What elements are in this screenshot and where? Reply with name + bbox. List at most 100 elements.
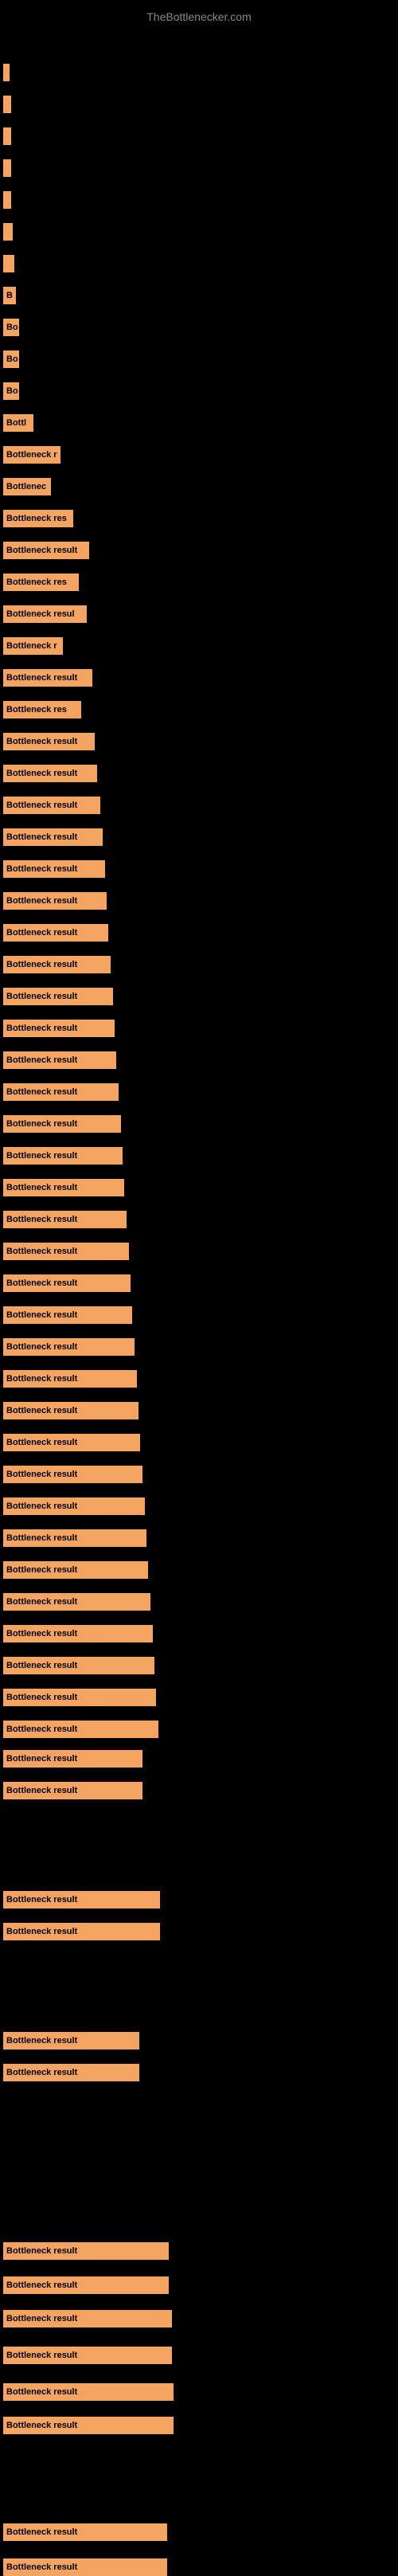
bar-label: Bottleneck result — [6, 2527, 77, 2537]
bar-label: Bottleneck result — [6, 2387, 77, 2397]
list-item: Bottleneck result — [3, 1274, 131, 1292]
bar-label: Bottleneck result — [6, 832, 77, 842]
list-item: Bottleneck res — [3, 510, 73, 527]
bar-label: Bottleneck result — [6, 1406, 77, 1415]
list-item: Bottl — [3, 414, 33, 432]
bar-label: Bottleneck result — [6, 1597, 77, 1607]
list-item — [3, 64, 10, 81]
bar-label: Bottleneck result — [6, 1470, 77, 1479]
list-item: Bottleneck result — [3, 1306, 132, 1324]
bar-label: Bottleneck result — [6, 1183, 77, 1192]
list-item: Bottleneck result — [3, 2347, 172, 2364]
list-item: Bottleneck result — [3, 765, 97, 782]
bar-label: Bottleneck result — [6, 1661, 77, 1670]
bar-label: Bottleneck result — [6, 2421, 77, 2430]
bar-label: Bottleneck result — [6, 1342, 77, 1352]
list-item — [3, 191, 11, 209]
list-item: Bottleneck result — [3, 1657, 154, 1674]
list-item: Bottleneck result — [3, 1529, 146, 1547]
list-item: Bottleneck result — [3, 2558, 167, 2576]
list-item: Bottleneck res — [3, 701, 81, 718]
list-item: Bottleneck result — [3, 1782, 142, 1799]
list-item: Bottleneck result — [3, 2523, 167, 2541]
list-item: Bottleneck result — [3, 1497, 145, 1515]
bar-label: Bottleneck result — [6, 1215, 77, 1224]
bar-label: Bottleneck result — [6, 1374, 77, 1384]
list-item: Bottleneck result — [3, 1083, 119, 1101]
list-item: Bottleneck result — [3, 1434, 140, 1451]
bar-label: Bottleneck result — [6, 2280, 77, 2290]
list-item: Bottleneck result — [3, 956, 111, 973]
bar-label: Bottleneck result — [6, 1501, 77, 1511]
list-item: Bottleneck result — [3, 1923, 160, 1940]
bar-label: Bottleneck result — [6, 896, 77, 906]
list-item: Bottleneck result — [3, 860, 105, 878]
bar-label: Bottleneck result — [6, 1754, 77, 1764]
bar-label: Bottleneck result — [6, 1693, 77, 1702]
bar-label: Bottleneck resul — [6, 609, 75, 619]
bar-label: Bottleneck result — [6, 1927, 77, 1936]
bar-label: Bottleneck result — [6, 1278, 77, 1288]
list-item: Bottleneck result — [3, 1211, 127, 1228]
bar-label: Bottleneck result — [6, 2246, 77, 2256]
list-item: Bottleneck result — [3, 2417, 174, 2434]
list-item — [3, 96, 11, 113]
list-item: Bottleneck result — [3, 828, 103, 846]
bar-label: Bottleneck res — [6, 514, 67, 523]
bar-label: Bottleneck result — [6, 1024, 77, 1033]
list-item: Bottleneck result — [3, 1593, 150, 1611]
bar-label: Bottleneck result — [6, 928, 77, 938]
list-item: Bottleneck result — [3, 1243, 129, 1260]
list-item: Bottleneck result — [3, 542, 89, 559]
bar-label: Bottleneck result — [6, 1725, 77, 1734]
list-item: Bottleneck result — [3, 892, 107, 910]
list-item: Bottleneck result — [3, 1147, 123, 1165]
list-item: Bottleneck result — [3, 1115, 121, 1133]
bar-label: Bottleneck result — [6, 1119, 77, 1129]
list-item: Bottleneck result — [3, 1466, 142, 1483]
list-item: Bottleneck resul — [3, 605, 87, 623]
bar-label: Bottleneck result — [6, 2036, 77, 2046]
list-item: Bottleneck r — [3, 446, 60, 464]
bar-label: Bottleneck res — [6, 577, 67, 587]
list-item: Bottleneck res — [3, 574, 79, 591]
list-item: Bottleneck result — [3, 1721, 158, 1738]
list-item: Bottleneck result — [3, 988, 113, 1005]
list-item: Bottleneck result — [3, 1370, 137, 1388]
list-item: Bottleneck result — [3, 797, 100, 814]
bar-label: Bottleneck result — [6, 1055, 77, 1065]
list-item: Bottleneck result — [3, 2064, 139, 2081]
list-item: Bottleneck result — [3, 2383, 174, 2401]
bar-label: Bottleneck result — [6, 546, 77, 555]
bar-label: Bottleneck result — [6, 801, 77, 810]
list-item — [3, 223, 13, 241]
bar-label: Bo — [6, 323, 18, 332]
list-item: Bottleneck result — [3, 1051, 116, 1069]
list-item: B — [3, 287, 16, 304]
bar-label: B — [6, 291, 13, 300]
list-item: Bottleneck result — [3, 1891, 160, 1909]
bar-label: Bottleneck result — [6, 2351, 77, 2360]
list-item — [3, 127, 11, 145]
bar-label: Bottleneck result — [6, 1565, 77, 1575]
list-item: Bottleneck result — [3, 2032, 139, 2049]
bar-label: Bottleneck result — [6, 2314, 77, 2323]
list-item: Bottleneck result — [3, 924, 108, 942]
list-item: Bottleneck result — [3, 1689, 156, 1706]
list-item: Bottleneck result — [3, 733, 95, 750]
list-item: Bo — [3, 319, 19, 336]
list-item: Bottleneck result — [3, 1561, 148, 1579]
list-item — [3, 255, 14, 272]
bar-label: Bottleneck result — [6, 673, 77, 683]
bar-label: Bottleneck result — [6, 2068, 77, 2077]
bar-label: Bottleneck result — [6, 1629, 77, 1638]
bar-label: Bottleneck result — [6, 1310, 77, 1320]
bar-label: Bottlenec — [6, 482, 46, 491]
list-item — [3, 159, 11, 177]
bar-label: Bottleneck result — [6, 1786, 77, 1795]
bar-label: Bottleneck result — [6, 769, 77, 778]
list-item: Bottleneck result — [3, 1402, 139, 1419]
list-item: Bottleneck result — [3, 1020, 115, 1037]
bar-label: Bottleneck result — [6, 1247, 77, 1256]
chart-area: BBoBoBoBottlBottleneck rBottlenecBottlen… — [0, 16, 398, 1689]
